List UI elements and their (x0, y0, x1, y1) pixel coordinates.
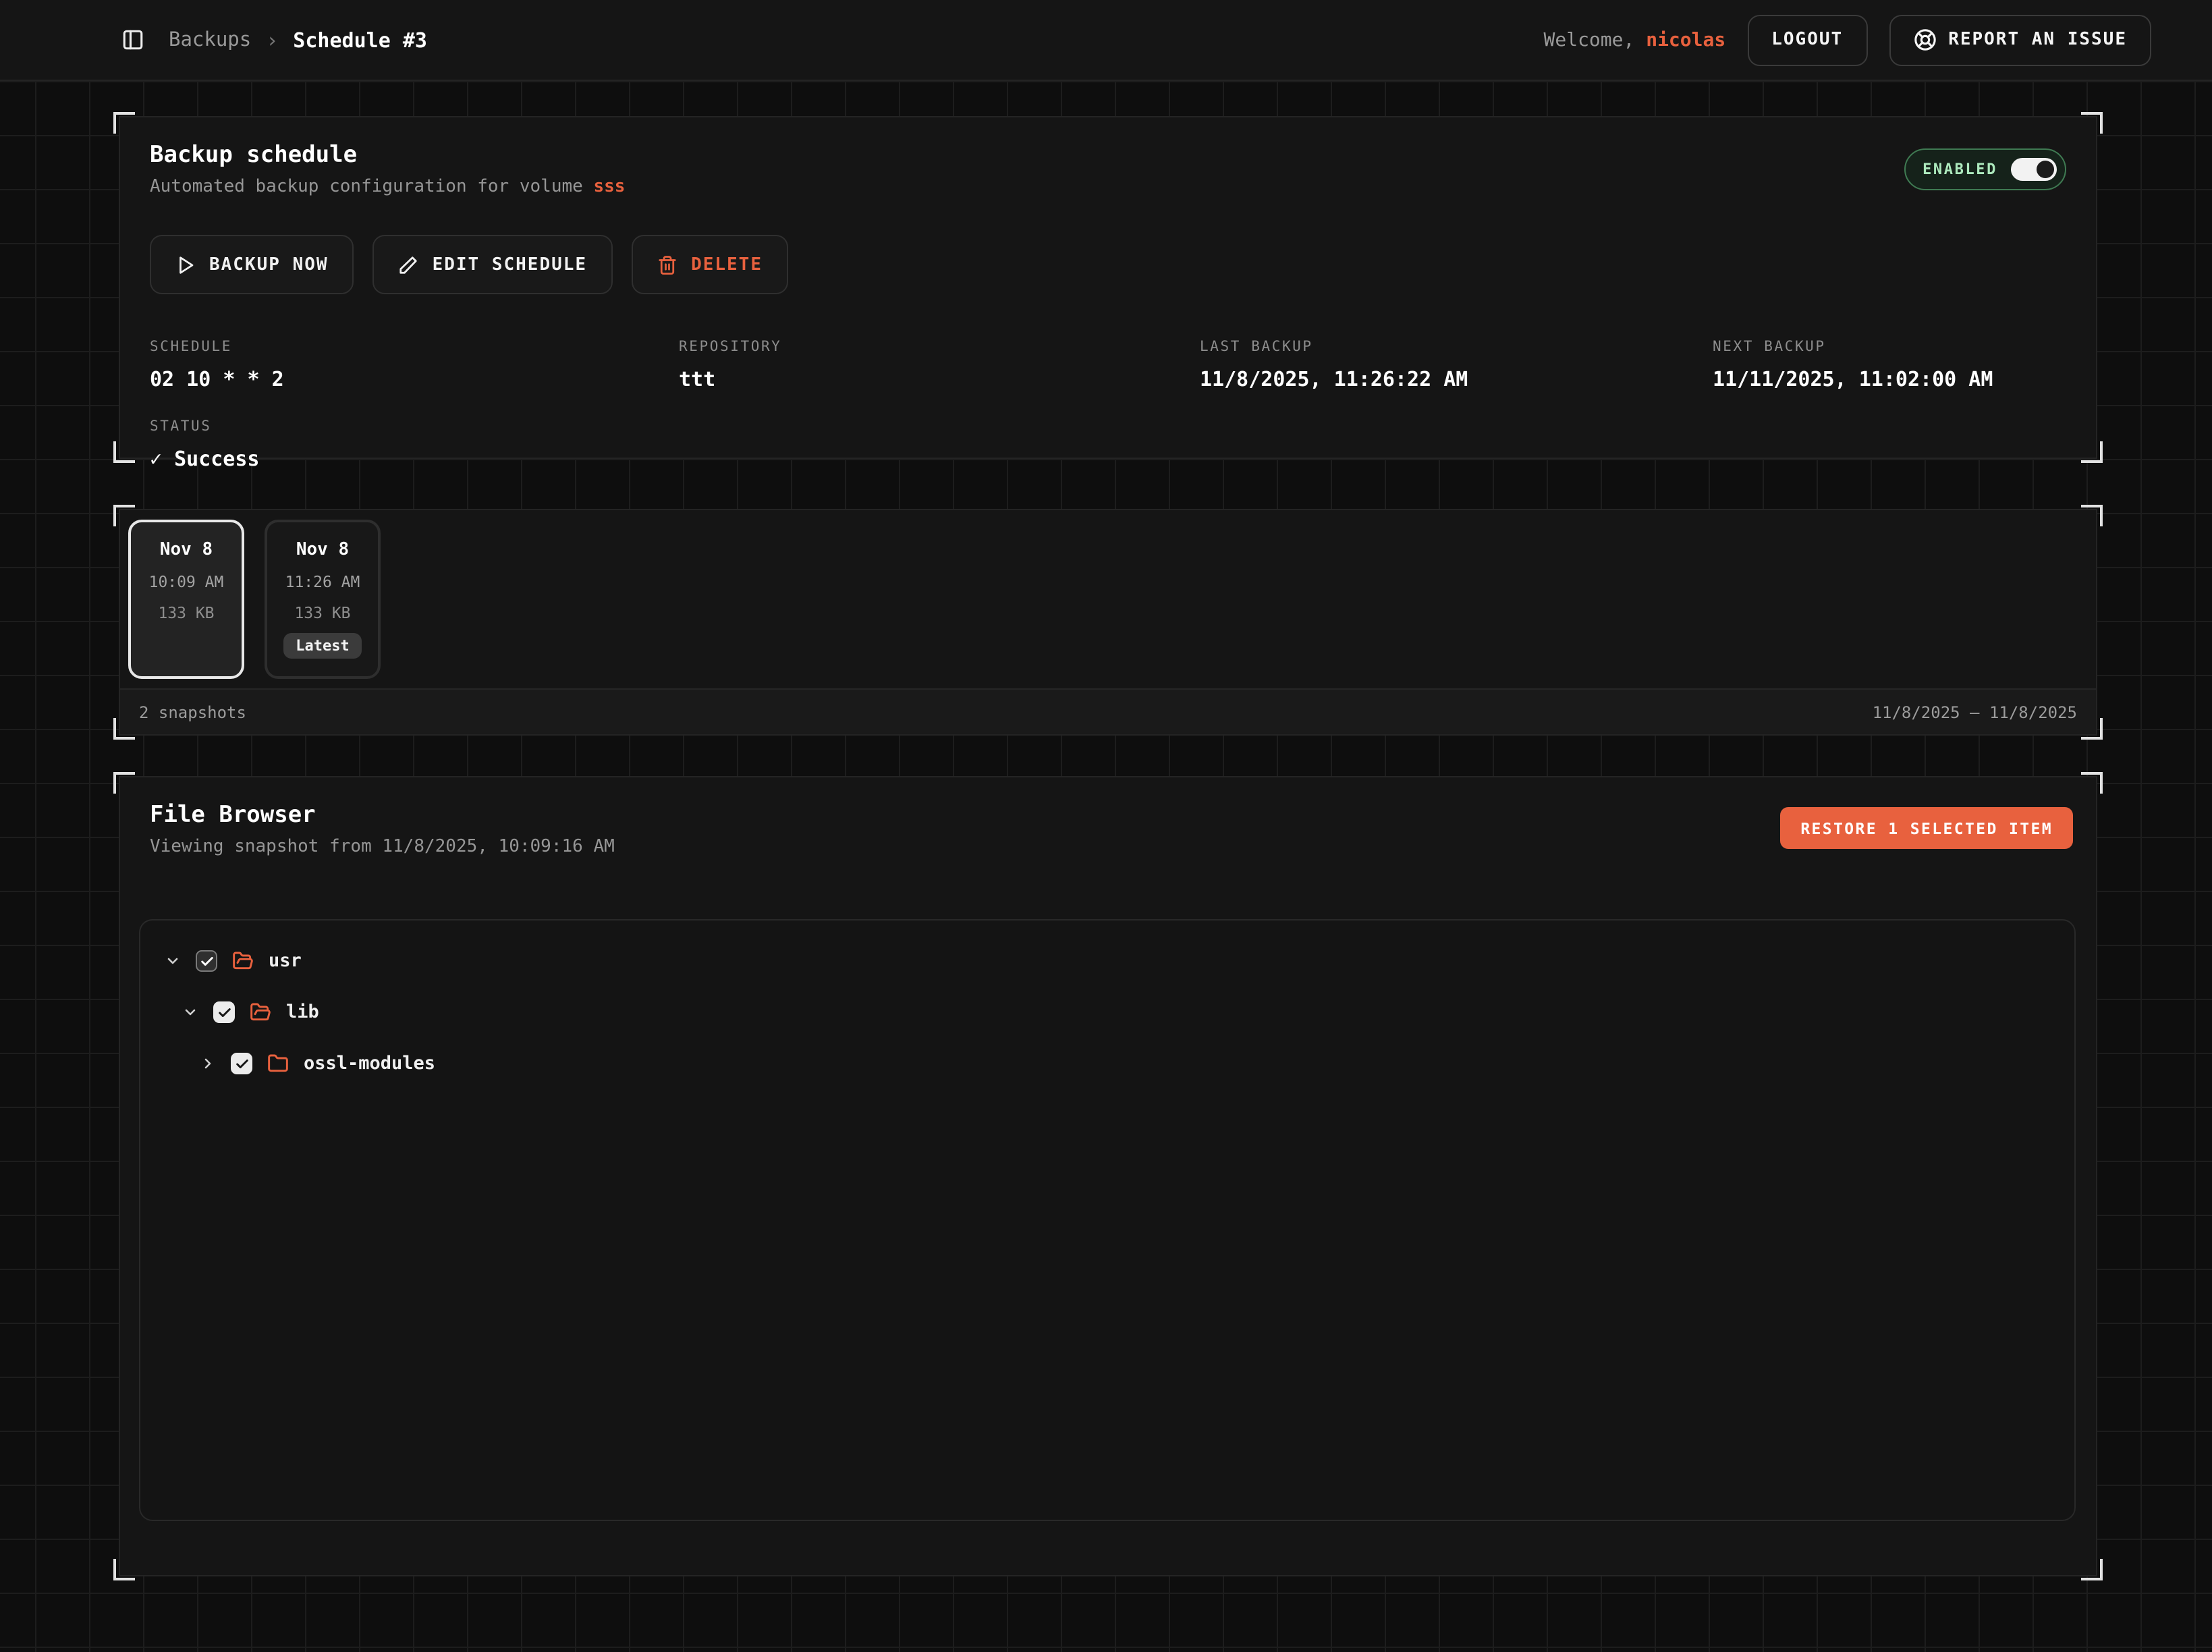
restore-selected-button[interactable]: RESTORE 1 SELECTED ITEM (1780, 807, 2073, 849)
field-repository: REPOSITORY ttt (679, 339, 1200, 391)
file-tree-panel: usr lib (139, 919, 2076, 1521)
field-value: 11/11/2025, 11:02:00 AM (1713, 367, 2066, 391)
tree-row-usr[interactable]: usr (140, 941, 2074, 981)
checkbox-lib[interactable] (213, 1001, 235, 1023)
latest-badge: Latest (283, 633, 362, 659)
backup-now-button[interactable]: BACKUP NOW (150, 235, 354, 294)
breadcrumb-backups[interactable]: Backups (169, 29, 251, 51)
snapshot-size: 133 KB (267, 603, 378, 622)
field-label: LAST BACKUP (1200, 339, 1713, 355)
lifebuoy-icon (1913, 28, 1936, 51)
snapshot-card-latest[interactable]: Nov 8 11:26 AM 133 KB Latest (265, 520, 381, 679)
snapshot-time: 11:26 AM (267, 572, 378, 591)
tree-label-ossl-modules: ossl-modules (304, 1053, 435, 1074)
snapshot-date-range: 11/8/2025 – 11/8/2025 (1873, 703, 2077, 721)
schedule-card-heading: Backup schedule Automated backup configu… (150, 142, 625, 197)
chevron-down-icon[interactable] (182, 1004, 198, 1020)
schedule-card-subtitle: Automated backup configuration for volum… (150, 177, 625, 197)
corner-bracket (2081, 441, 2103, 463)
top-bar: Backups › Schedule #3 Welcome, nicolas L… (0, 0, 2212, 81)
field-next-backup: NEXT BACKUP 11/11/2025, 11:02:00 AM (1713, 339, 2066, 391)
folder-open-icon (232, 950, 254, 972)
snapshot-time: 10:09 AM (131, 572, 242, 591)
logout-button[interactable]: LOGOUT (1747, 14, 1867, 65)
sidebar-toggle-button[interactable] (121, 28, 144, 51)
welcome-text: Welcome, nicolas (1544, 29, 1726, 51)
file-browser-card: File Browser Viewing snapshot from 11/8/… (119, 776, 2097, 1576)
page: Backups › Schedule #3 Welcome, nicolas L… (0, 0, 2212, 1652)
field-value: ttt (679, 367, 1200, 391)
corner-bracket (2081, 505, 2103, 526)
tree-label-lib: lib (286, 1001, 319, 1023)
file-browser-subtitle: Viewing snapshot from 11/8/2025, 10:09:1… (150, 837, 2066, 857)
file-browser-title: File Browser (150, 802, 2066, 829)
volume-name: sss (593, 177, 625, 197)
corner-bracket (113, 441, 135, 463)
chevron-down-icon[interactable] (165, 953, 181, 969)
snapshot-date: Nov 8 (267, 540, 378, 560)
snapshot-count: 2 snapshots (139, 703, 246, 721)
tree-label-usr: usr (269, 950, 302, 972)
checkbox-ossl-modules[interactable] (231, 1053, 252, 1074)
enabled-toggle-label: ENABLED (1923, 161, 1997, 178)
breadcrumb: Backups › Schedule #3 (169, 28, 427, 52)
corner-bracket (2081, 112, 2103, 134)
snapshot-size: 133 KB (131, 603, 242, 622)
schedule-actions: BACKUP NOW EDIT SCHEDULE DELETE (150, 235, 2066, 294)
breadcrumb-current-page: Schedule #3 (293, 28, 427, 52)
folder-open-icon (250, 1001, 271, 1023)
status-block: STATUS ✓ Success (150, 418, 2066, 471)
tree-row-lib[interactable]: lib (140, 992, 2074, 1032)
topbar-right-group: Welcome, nicolas LOGOUT REPORT AN ISSUE (1544, 14, 2152, 65)
snapshot-row: Nov 8 10:09 AM 133 KB Nov 8 11:26 AM 133… (120, 510, 2096, 691)
corner-bracket (113, 112, 135, 134)
schedule-info-grid: SCHEDULE 02 10 * * 2 REPOSITORY ttt LAST… (150, 339, 2066, 391)
field-value: 11/8/2025, 11:26:22 AM (1200, 367, 1713, 391)
corner-bracket (113, 505, 135, 526)
toggle-switch[interactable] (2011, 158, 2057, 181)
status-label: STATUS (150, 418, 2066, 435)
snapshot-date: Nov 8 (131, 540, 242, 560)
play-icon (175, 254, 196, 275)
corner-bracket (2081, 1559, 2103, 1580)
enabled-toggle[interactable]: ENABLED (1904, 148, 2066, 190)
snapshot-card-selected[interactable]: Nov 8 10:09 AM 133 KB (128, 520, 244, 679)
toggle-knob (2037, 161, 2054, 178)
chevron-right-icon[interactable] (200, 1055, 216, 1072)
tree-row-ossl-modules[interactable]: ossl-modules (140, 1043, 2074, 1084)
field-label: REPOSITORY (679, 339, 1200, 355)
corner-bracket (113, 1559, 135, 1580)
backup-schedule-card: Backup schedule Automated backup configu… (119, 116, 2097, 459)
field-label: NEXT BACKUP (1713, 339, 2066, 355)
report-issue-button[interactable]: REPORT AN ISSUE (1889, 14, 2151, 65)
corner-bracket (2081, 718, 2103, 740)
edit-schedule-button[interactable]: EDIT SCHEDULE (373, 235, 613, 294)
check-icon: ✓ (150, 447, 162, 471)
snapshot-timeline-card: Nov 8 10:09 AM 133 KB Nov 8 11:26 AM 133… (119, 509, 2097, 736)
delete-button[interactable]: DELETE (632, 235, 788, 294)
schedule-card-title: Backup schedule (150, 142, 625, 169)
folder-icon (267, 1053, 289, 1074)
corner-bracket (113, 772, 135, 794)
pencil-icon (399, 254, 419, 275)
panel-left-icon (121, 28, 144, 51)
field-schedule: SCHEDULE 02 10 * * 2 (150, 339, 679, 391)
timeline-footer: 2 snapshots 11/8/2025 – 11/8/2025 (120, 688, 2096, 734)
username: nicolas (1646, 29, 1725, 51)
corner-bracket (2081, 772, 2103, 794)
field-label: SCHEDULE (150, 339, 679, 355)
status-value: ✓ Success (150, 447, 2066, 471)
checkbox-usr[interactable] (196, 950, 217, 972)
corner-bracket (113, 718, 135, 740)
field-value: 02 10 * * 2 (150, 367, 679, 391)
trash-icon (657, 254, 678, 275)
field-last-backup: LAST BACKUP 11/8/2025, 11:26:22 AM (1200, 339, 1713, 391)
breadcrumb-separator: › (266, 28, 278, 52)
